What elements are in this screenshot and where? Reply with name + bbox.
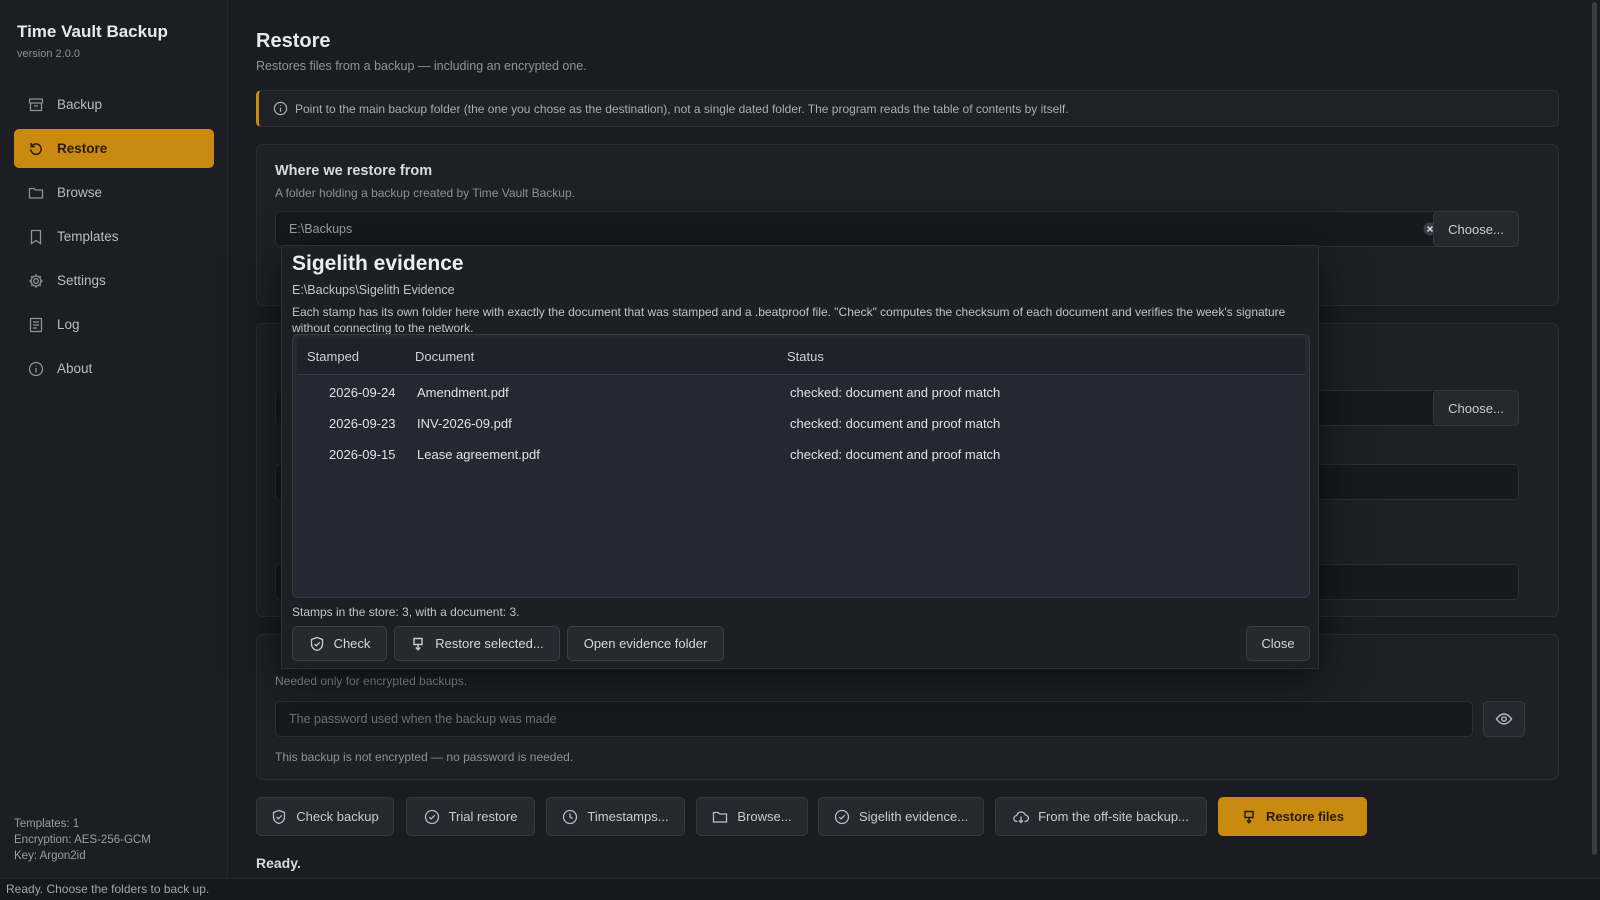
row-status: checked: document and proof match: [790, 447, 1001, 462]
circle-check-icon: [424, 809, 440, 825]
sidebar-item-about[interactable]: About: [14, 349, 214, 388]
sidebar-item-restore[interactable]: Restore: [14, 129, 214, 168]
main-scrollbar[interactable]: [1592, 2, 1597, 855]
row-stamped: 2026-09-23: [329, 416, 396, 431]
target-choose-button[interactable]: Choose...: [1433, 390, 1519, 426]
shield-check-icon: [309, 636, 325, 652]
close-button[interactable]: Close: [1246, 626, 1310, 661]
table-row[interactable]: 2026-09-23 INV-2026-09.pdf checked: docu…: [297, 408, 1305, 439]
source-path-value: E:\Backups: [289, 222, 353, 236]
encryption-info: Encryption: AES-256-GCM: [14, 834, 151, 846]
clock-icon: [562, 809, 578, 825]
sidebar-item-label: Log: [57, 317, 80, 332]
evidence-table: Stamped Document Status 2026-09-24 Amend…: [292, 334, 1310, 598]
sidebar-item-log[interactable]: Log: [14, 305, 214, 344]
column-document[interactable]: Document: [415, 349, 474, 364]
row-document: INV-2026-09.pdf: [417, 416, 512, 431]
dialog-path: E:\Backups\Sigelith Evidence: [292, 283, 455, 297]
folder-icon: [28, 185, 44, 201]
column-stamped[interactable]: Stamped: [307, 349, 359, 364]
table-row[interactable]: 2026-09-15 Lease agreement.pdf checked: …: [297, 439, 1305, 470]
row-stamped: 2026-09-15: [329, 447, 396, 462]
page-title: Restore: [256, 30, 331, 52]
source-subtitle: A folder holding a backup created by Tim…: [275, 186, 575, 200]
cloud-download-icon: [1013, 809, 1030, 825]
restore-icon: [28, 141, 44, 157]
source-title: Where we restore from: [275, 163, 433, 179]
sidebar-item-backup[interactable]: Backup: [14, 85, 214, 124]
restore-download-icon: [1241, 809, 1257, 825]
sidebar-nav: Backup Restore Browse Templates Settings…: [14, 85, 214, 393]
password-input[interactable]: The password used when the backup was ma…: [275, 701, 1473, 737]
row-status: checked: document and proof match: [790, 385, 1001, 400]
sidebar-item-browse[interactable]: Browse: [14, 173, 214, 212]
password-subtitle: Needed only for encrypted backups.: [275, 674, 468, 688]
restore-selected-button[interactable]: Restore selected...: [394, 626, 560, 661]
app-title: Time Vault Backup: [17, 22, 168, 41]
row-document: Amendment.pdf: [417, 385, 509, 400]
sidebar-footer: Templates: 1 Encryption: AES-256-GCM Key…: [14, 816, 151, 864]
column-status[interactable]: Status: [787, 349, 824, 364]
table-header: Stamped Document Status: [297, 339, 1305, 375]
templates-count: Templates: 1: [14, 818, 80, 830]
sigelith-evidence-button[interactable]: Sigelith evidence...: [818, 797, 984, 836]
stamp-count: Stamps in the store: 3, with a document:…: [292, 605, 520, 619]
info-icon: [273, 101, 288, 116]
show-password-button[interactable]: [1483, 701, 1525, 737]
sidebar-item-label: About: [57, 361, 93, 376]
sidebar-item-label: Templates: [57, 229, 119, 244]
offsite-backup-button[interactable]: From the off-site backup...: [995, 797, 1207, 836]
info-banner: Point to the main backup folder (the one…: [256, 90, 1559, 127]
sidebar: Time Vault Backup version 2.0.0 Backup R…: [0, 0, 228, 878]
bookmark-icon: [28, 229, 44, 245]
check-backup-button[interactable]: Check backup: [256, 797, 394, 836]
sidebar-item-label: Browse: [57, 185, 103, 200]
sidebar-item-label: Restore: [57, 141, 108, 156]
info-icon: [28, 361, 44, 377]
trial-restore-button[interactable]: Trial restore: [406, 797, 535, 836]
log-icon: [28, 317, 44, 333]
sidebar-item-label: Backup: [57, 97, 103, 112]
app-version: version 2.0.0: [17, 48, 80, 60]
dialog-description: Each stamp has its own folder here with …: [292, 305, 1286, 335]
sigelith-evidence-dialog: Sigelith evidence E:\Backups\Sigelith Ev…: [281, 245, 1319, 669]
source-choose-button[interactable]: Choose...: [1433, 211, 1519, 247]
restore-download-icon: [410, 636, 426, 652]
eye-icon: [1495, 710, 1513, 728]
info-text: Point to the main backup folder (the one…: [295, 101, 1069, 116]
circle-check-icon: [834, 809, 850, 825]
browse-button[interactable]: Browse...: [696, 797, 808, 836]
timestamps-button[interactable]: Timestamps...: [546, 797, 685, 836]
ready-status: Ready.: [256, 855, 301, 871]
password-note: This backup is not encrypted — no passwo…: [275, 750, 574, 764]
table-row[interactable]: 2026-09-24 Amendment.pdf checked: docume…: [297, 377, 1305, 408]
row-document: Lease agreement.pdf: [417, 447, 540, 462]
dialog-title: Sigelith evidence: [292, 252, 464, 275]
sidebar-item-settings[interactable]: Settings: [14, 261, 214, 300]
row-status: checked: document and proof match: [790, 416, 1001, 431]
status-bar: Ready. Choose the folders to back up.: [0, 878, 1600, 900]
page-subtitle: Restores files from a backup — including…: [256, 59, 587, 73]
gear-icon: [28, 273, 44, 289]
key-info: Key: Argon2id: [14, 850, 86, 862]
sidebar-item-label: Settings: [57, 273, 106, 288]
restore-files-button[interactable]: Restore files: [1218, 797, 1367, 836]
shield-check-icon: [271, 809, 287, 825]
archive-icon: [28, 97, 44, 113]
row-stamped: 2026-09-24: [329, 385, 396, 400]
source-path-field[interactable]: E:\Backups: [275, 211, 1446, 247]
open-evidence-folder-button[interactable]: Open evidence folder: [567, 626, 724, 661]
check-button[interactable]: Check: [292, 626, 387, 661]
folder-icon: [712, 809, 728, 825]
sidebar-item-templates[interactable]: Templates: [14, 217, 214, 256]
